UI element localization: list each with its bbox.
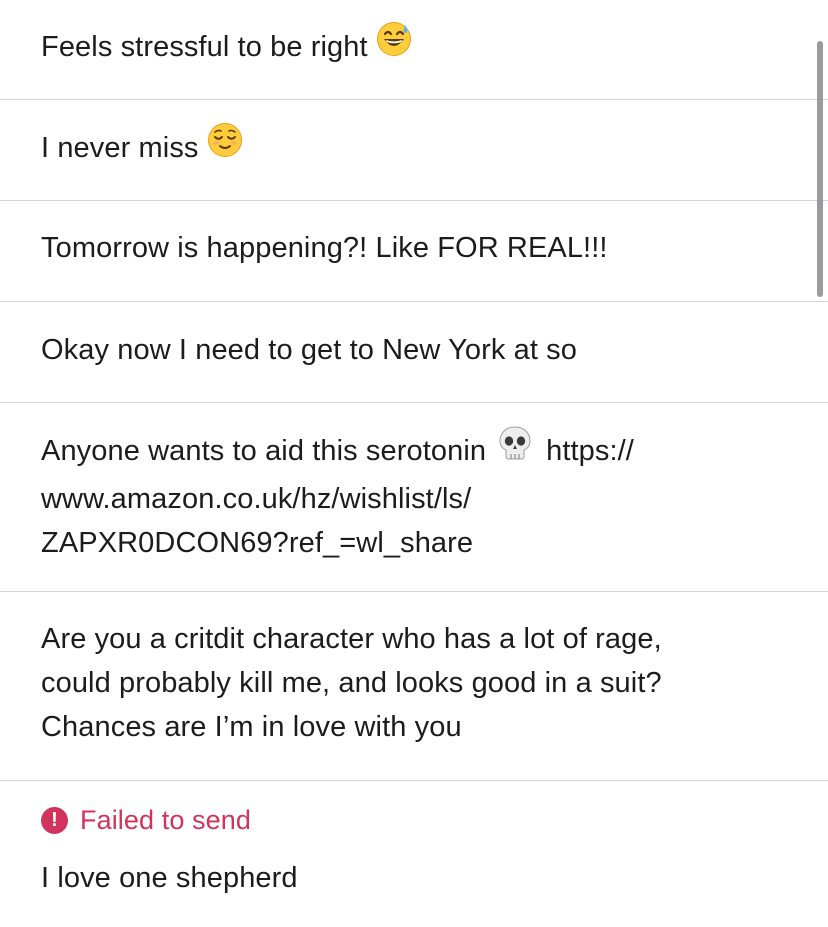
- grinning-sweat-emoji: [376, 21, 412, 70]
- message-list: Feels stressful to be right I never miss: [0, 0, 828, 927]
- message-text: Chances are I’m in love with you: [41, 711, 462, 743]
- error-icon: !: [41, 806, 68, 834]
- message-item[interactable]: ! Failed to send I love one shepherd: [0, 781, 828, 927]
- message-link[interactable]: ZAPXR0DCON69?ref_=wl_share: [41, 521, 728, 565]
- message-text: could probably kill me, and looks good i…: [41, 667, 662, 699]
- message-text: Tomorrow is happening?! Like FOR REAL!!!: [41, 232, 608, 264]
- message-text: Anyone wants to aid this serotonin: [41, 435, 487, 468]
- message-text: I love one shepherd: [41, 862, 298, 894]
- failed-status[interactable]: ! Failed to send: [41, 800, 728, 840]
- message-item[interactable]: I never miss: [0, 100, 828, 201]
- skull-emoji: [498, 425, 532, 474]
- message-link[interactable]: www.amazon.co.uk/hz/wishlist/ls/: [41, 477, 728, 521]
- failed-status-label: Failed to send: [80, 805, 252, 835]
- message-text: Feels stressful to be right: [41, 31, 368, 64]
- relieved-face-emoji: [207, 122, 243, 171]
- scrollbar[interactable]: [817, 41, 823, 297]
- message-text: Are you a critdit character who has a lo…: [41, 623, 662, 655]
- message-item[interactable]: Feels stressful to be right: [0, 0, 828, 100]
- message-item[interactable]: Okay now I need to get to New York at so: [0, 302, 828, 403]
- message-text-line: Anyone wants to aid this serotonin https…: [41, 425, 728, 477]
- message-item[interactable]: Tomorrow is happening?! Like FOR REAL!!!: [0, 201, 828, 302]
- message-item[interactable]: Are you a critdit character who has a lo…: [0, 592, 828, 781]
- message-item[interactable]: Anyone wants to aid this serotonin https…: [0, 403, 828, 592]
- message-text: I never miss: [41, 132, 199, 165]
- message-text-line: I never miss: [41, 122, 728, 174]
- message-link[interactable]: https://: [546, 435, 634, 467]
- message-text-line: Feels stressful to be right: [41, 21, 728, 73]
- message-text: Okay now I need to get to New York at so: [41, 334, 577, 366]
